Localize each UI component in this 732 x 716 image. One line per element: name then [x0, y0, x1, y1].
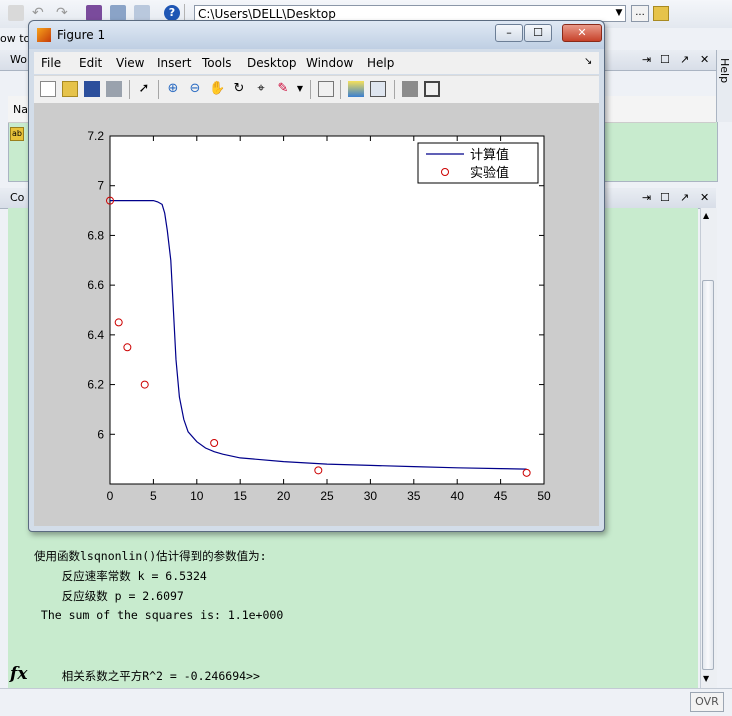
- y-tick-label: 7: [97, 179, 104, 193]
- y-tick-label: 6.4: [87, 328, 104, 342]
- figure-menubar: File Edit View Insert Tools Desktop Wind…: [34, 52, 599, 74]
- menu-view[interactable]: View: [116, 56, 144, 70]
- menu-insert[interactable]: Insert: [157, 56, 191, 70]
- colorbar-icon[interactable]: [348, 81, 364, 97]
- chevron-down-icon[interactable]: ▼: [292, 81, 308, 97]
- chevron-down-icon[interactable]: ▼: [612, 5, 626, 22]
- new-figure-icon[interactable]: [40, 81, 56, 97]
- help-icon[interactable]: ?: [164, 5, 180, 21]
- legend-entry-label: 计算值: [470, 147, 509, 163]
- scroll-down-icon[interactable]: ▼: [703, 674, 709, 683]
- dock-arrow-icon[interactable]: ↘: [584, 56, 592, 67]
- close-icon[interactable]: ✕: [700, 191, 709, 205]
- variable-icon[interactable]: ab: [10, 127, 24, 141]
- maximize-icon[interactable]: ☐: [660, 191, 670, 205]
- scrollbar-thumb[interactable]: [702, 280, 714, 670]
- y-tick-label: 6.6: [87, 278, 104, 292]
- brush-icon[interactable]: ✎: [275, 81, 291, 97]
- figure-toolbar: ➚ ⊕ ⊖ ✋ ↻ ⌖ ✎ ▼: [34, 75, 599, 104]
- legend-entry-label: 实验值: [470, 165, 509, 181]
- x-tick-label: 40: [451, 489, 465, 503]
- toolbar-separator: [158, 80, 159, 99]
- output-line: 反应级数 p = 2.6097: [34, 589, 184, 603]
- toolbar-separator: [310, 80, 311, 99]
- rotate-3d-icon[interactable]: ↻: [231, 81, 247, 97]
- print-icon[interactable]: [106, 81, 122, 97]
- menu-help[interactable]: Help: [367, 56, 394, 70]
- open-file-icon[interactable]: [62, 81, 78, 97]
- data-cursor-icon[interactable]: ⌖: [253, 81, 269, 97]
- status-bar: [0, 688, 732, 716]
- x-tick-label: 45: [494, 489, 508, 503]
- matlab-logo-icon: [37, 28, 51, 42]
- menu-file[interactable]: File: [41, 56, 61, 70]
- parent-folder-icon[interactable]: [653, 6, 669, 21]
- profiler-icon[interactable]: [134, 5, 150, 21]
- command-window-title: Co: [10, 191, 25, 204]
- output-line: 反应速率常数 k = 6.5324: [34, 569, 207, 583]
- simulink-icon[interactable]: [86, 5, 102, 21]
- x-tick-label: 35: [407, 489, 421, 503]
- legend-icon[interactable]: [370, 81, 386, 97]
- figure-title-bar[interactable]: Figure 1 – ☐ ✕: [29, 21, 604, 49]
- output-line: 相关系数之平方R^2 = -0.246694>>: [34, 669, 260, 683]
- show-plot-tools-icon[interactable]: [424, 81, 440, 97]
- shortcut-label[interactable]: ow to: [0, 32, 30, 45]
- figure-window[interactable]: Figure 1 – ☐ ✕ File Edit View Insert Too…: [28, 20, 605, 532]
- toolbar-separator: [129, 80, 130, 99]
- x-tick-label: 10: [190, 489, 204, 503]
- plot-svg[interactable]: 0 5 10 15 20 25 30 35 40 45 50 6 6.2 6.4 6.6 6.8 7 7.2 计算值…: [34, 103, 599, 526]
- output-line: The sum of the squares is: 1.1e+000: [34, 608, 284, 622]
- x-tick-label: 30: [364, 489, 378, 503]
- y-tick-label: 6: [97, 427, 104, 441]
- zoom-out-icon[interactable]: ⊖: [187, 81, 203, 97]
- y-tick-label: 6.8: [87, 228, 104, 242]
- workspace-title: Wo: [10, 53, 27, 66]
- link-plot-icon[interactable]: [318, 81, 334, 97]
- figure-canvas[interactable]: 0 5 10 15 20 25 30 35 40 45 50 6 6.2 6.4 6.6 6.8 7 7.2 计算值…: [34, 103, 599, 526]
- y-tick-label: 7.2: [87, 129, 104, 143]
- cut-icon[interactable]: [8, 5, 24, 21]
- function-browser-icon[interactable]: fx: [10, 664, 27, 684]
- close-button[interactable]: ✕: [562, 24, 602, 42]
- x-tick-label: 0: [107, 489, 114, 503]
- close-icon[interactable]: ✕: [700, 53, 709, 67]
- minimize-button[interactable]: –: [495, 24, 523, 42]
- pin-icon[interactable]: ↗: [680, 53, 689, 67]
- x-tick-label: 20: [277, 489, 291, 503]
- x-tick-label: 5: [150, 489, 157, 503]
- x-tick-label: 25: [320, 489, 334, 503]
- y-tick-label: 6.2: [87, 378, 104, 392]
- pan-icon[interactable]: ✋: [209, 81, 225, 97]
- redo-icon[interactable]: ↷: [56, 5, 72, 21]
- help-tab-label[interactable]: Help: [718, 58, 731, 83]
- menu-desktop[interactable]: Desktop: [247, 56, 297, 70]
- save-icon[interactable]: [84, 81, 100, 97]
- edit-plot-icon[interactable]: ➚: [136, 81, 152, 97]
- hide-plot-tools-icon[interactable]: [402, 81, 418, 97]
- menu-tools[interactable]: Tools: [202, 56, 232, 70]
- name-column-header[interactable]: Na: [13, 103, 28, 116]
- undo-icon[interactable]: ↶: [32, 5, 48, 21]
- maximize-button[interactable]: ☐: [524, 24, 552, 42]
- scroll-up-icon[interactable]: ▲: [703, 211, 709, 220]
- toolbar-separator: [394, 80, 395, 99]
- pin-icon[interactable]: ↗: [680, 191, 689, 205]
- guide-icon[interactable]: [110, 5, 126, 21]
- browse-folder-button[interactable]: ...: [631, 5, 649, 22]
- overwrite-indicator: OVR: [690, 692, 724, 712]
- undock-icon[interactable]: ⇥: [642, 53, 651, 67]
- menu-edit[interactable]: Edit: [79, 56, 102, 70]
- x-tick-label: 15: [234, 489, 248, 503]
- toolbar-separator: [340, 80, 341, 99]
- zoom-in-icon[interactable]: ⊕: [165, 81, 181, 97]
- maximize-icon[interactable]: ☐: [660, 53, 670, 67]
- output-line: 使用函数lsqnonlin()估计得到的参数值为:: [34, 549, 267, 563]
- undock-icon[interactable]: ⇥: [642, 191, 651, 205]
- menu-window[interactable]: Window: [306, 56, 353, 70]
- figure-title: Figure 1: [57, 28, 106, 42]
- axes-box[interactable]: [109, 135, 545, 485]
- x-tick-label: 50: [537, 489, 551, 503]
